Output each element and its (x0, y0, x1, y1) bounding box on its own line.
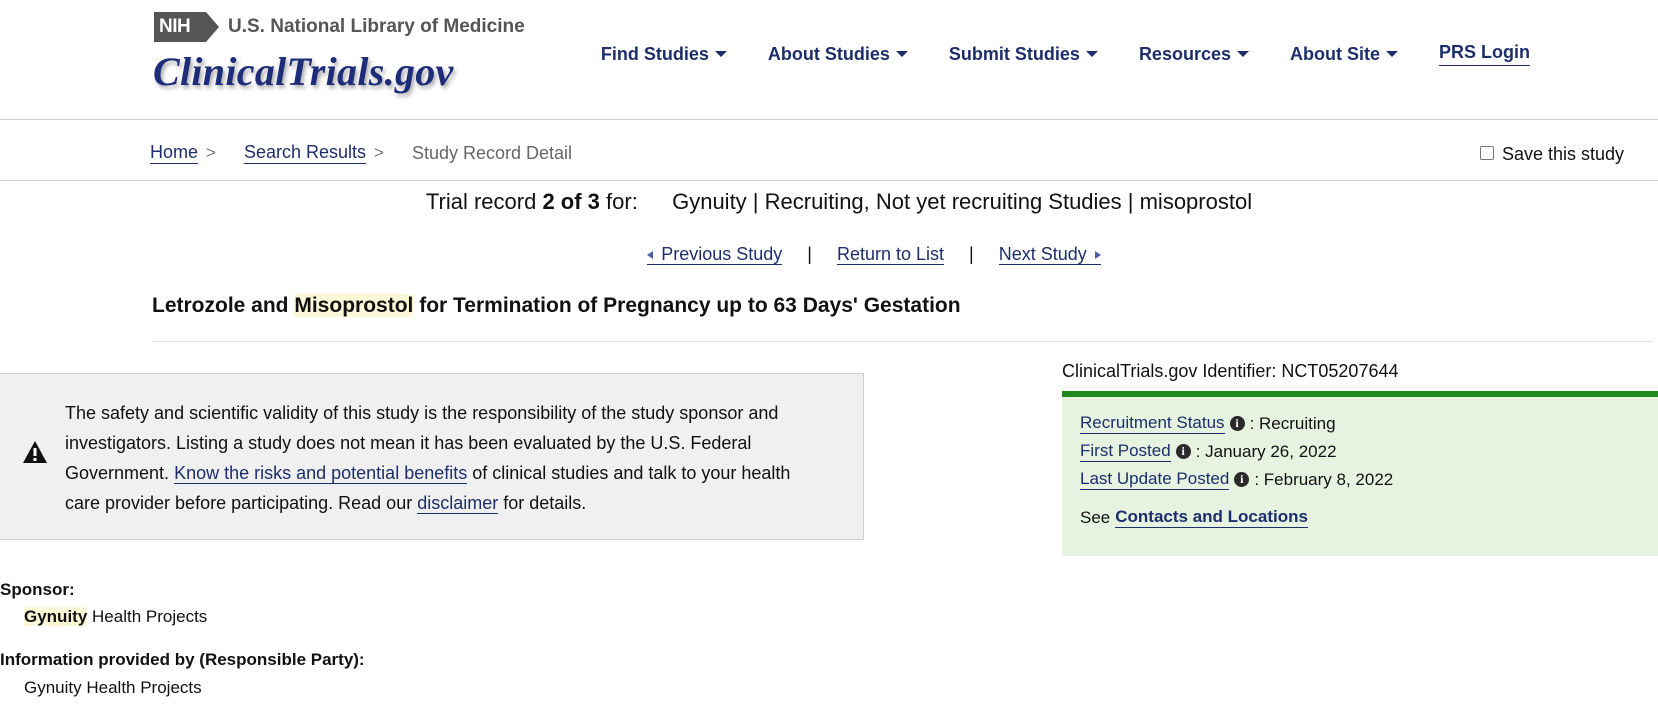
breadcrumb: Home > Search Results > Study Record Det… (150, 142, 572, 164)
disclaimer-box: The safety and scientific validity of th… (0, 373, 864, 540)
breadcrumb-current: Study Record Detail (411, 142, 573, 163)
pager-separator: | (969, 244, 974, 264)
caret-down-icon (714, 51, 727, 57)
previous-study-link[interactable]: Previous Study (647, 244, 783, 265)
nav-resources[interactable]: Resources (1139, 44, 1249, 65)
next-study-label: Next Study (998, 244, 1087, 264)
trial-record-query: Gynuity | Recruiting, Not yet recruiting… (672, 189, 1253, 214)
last-update-label[interactable]: Last Update Posted (1080, 469, 1230, 490)
trial-record-position: 2 of 3 (542, 189, 600, 214)
library-name: U.S. National Library of Medicine (228, 16, 525, 37)
breadcrumb-bar: Home > Search Results > Study Record Det… (0, 120, 1658, 181)
title-divider (152, 341, 1652, 342)
first-posted-label[interactable]: First Posted (1080, 441, 1171, 462)
study-identifier: ClinicalTrials.gov Identifier: NCT052076… (1062, 361, 1399, 381)
nav-label: About Site (1290, 43, 1380, 64)
contacts-locations-link[interactable]: Contacts and Locations (1115, 507, 1308, 528)
nav-about-site[interactable]: About Site (1290, 44, 1398, 65)
nlm-branding[interactable]: NIH U.S. National Library of Medicine (154, 12, 525, 42)
next-study-link[interactable]: Next Study (998, 244, 1101, 265)
trial-record-suffix: for: (606, 189, 638, 214)
info-icon[interactable]: i (1229, 416, 1245, 431)
breadcrumb-search-results-link[interactable]: Search Results (243, 142, 367, 164)
sponsor-label: Sponsor: (0, 580, 75, 599)
save-study-label: Save this study (1501, 144, 1624, 164)
info-icon[interactable]: i (1175, 444, 1191, 459)
study-title-highlight: Misoprostol (294, 294, 414, 317)
study-title: Letrozole and Misoprostol for Terminatio… (152, 294, 961, 318)
triangle-right-icon (1094, 251, 1101, 260)
study-pager: Previous Study | Return to List | Next S… (0, 244, 1658, 265)
nav-label: About Studies (767, 43, 890, 64)
nih-logo-icon: NIH (154, 12, 219, 42)
breadcrumb-home-link[interactable]: Home (150, 142, 199, 164)
first-posted-row: First Posted i : January 26, 2022 (1080, 441, 1337, 462)
trial-record-line: Trial record 2 of 3 for: Gynuity | Recru… (0, 189, 1658, 215)
status-box: Recruitment Status i : Recruiting First … (1062, 391, 1658, 556)
warning-icon (23, 441, 47, 463)
last-update-row: Last Update Posted i : February 8, 2022 (1080, 469, 1393, 490)
nav-about-studies[interactable]: About Studies (768, 44, 908, 65)
study-title-part: for Termination of Pregnancy up to 63 Da… (419, 294, 961, 317)
disclaimer-sentence: for details. (503, 493, 587, 513)
caret-down-icon (1085, 51, 1098, 57)
trial-record-prefix: Trial record (425, 189, 537, 214)
nav-submit-studies[interactable]: Submit Studies (949, 44, 1098, 65)
save-study-checkbox[interactable] (1479, 145, 1494, 160)
nav-label: Find Studies (600, 43, 709, 64)
study-title-part: Letrozole and (152, 294, 289, 317)
disclaimer-link[interactable]: disclaimer (417, 493, 499, 514)
save-study-toggle[interactable]: Save this study (1479, 144, 1624, 165)
caret-down-icon (1237, 51, 1249, 57)
sponsor-highlight: Gynuity (24, 607, 88, 626)
contacts-row: See Contacts and Locations (1080, 507, 1308, 528)
caret-down-icon (1386, 51, 1398, 57)
recruitment-status-row: Recruitment Status i : Recruiting (1080, 413, 1336, 434)
breadcrumb-chevron-icon: > (206, 143, 216, 162)
info-icon[interactable]: i (1234, 472, 1250, 487)
see-label: See (1080, 507, 1111, 527)
breadcrumb-chevron-icon: > (374, 143, 384, 162)
prs-login-link[interactable]: PRS Login (1439, 42, 1530, 66)
previous-study-label: Previous Study (661, 244, 783, 264)
clinicaltrials-logo[interactable]: ClinicalTrials.gov (153, 48, 454, 95)
main-nav: Find Studies About Studies Submit Studie… (560, 42, 1530, 66)
pager-separator: | (807, 244, 812, 264)
disclaimer-text: The safety and scientific validity of th… (65, 398, 815, 518)
first-posted-value: : January 26, 2022 (1195, 441, 1337, 461)
nav-label: Resources (1138, 43, 1231, 64)
nav-label: Submit Studies (948, 43, 1080, 64)
sponsor-value: Gynuity Health Projects (24, 607, 207, 627)
recruitment-status-value: : Recruiting (1249, 413, 1336, 433)
return-to-list-link[interactable]: Return to List (836, 244, 945, 265)
site-header: NIH U.S. National Library of Medicine Cl… (0, 0, 1658, 120)
sponsor-rest: Health Projects (92, 607, 208, 626)
recruitment-status-label[interactable]: Recruitment Status (1080, 413, 1225, 434)
last-update-value: : February 8, 2022 (1254, 469, 1394, 489)
caret-down-icon (895, 51, 908, 57)
risks-benefits-link[interactable]: Know the risks and potential benefits (174, 463, 468, 484)
triangle-left-icon (647, 251, 654, 260)
nav-find-studies[interactable]: Find Studies (601, 44, 727, 65)
responsible-party-label: Information provided by (Responsible Par… (0, 650, 365, 669)
responsible-party-value: Gynuity Health Projects (24, 678, 202, 697)
